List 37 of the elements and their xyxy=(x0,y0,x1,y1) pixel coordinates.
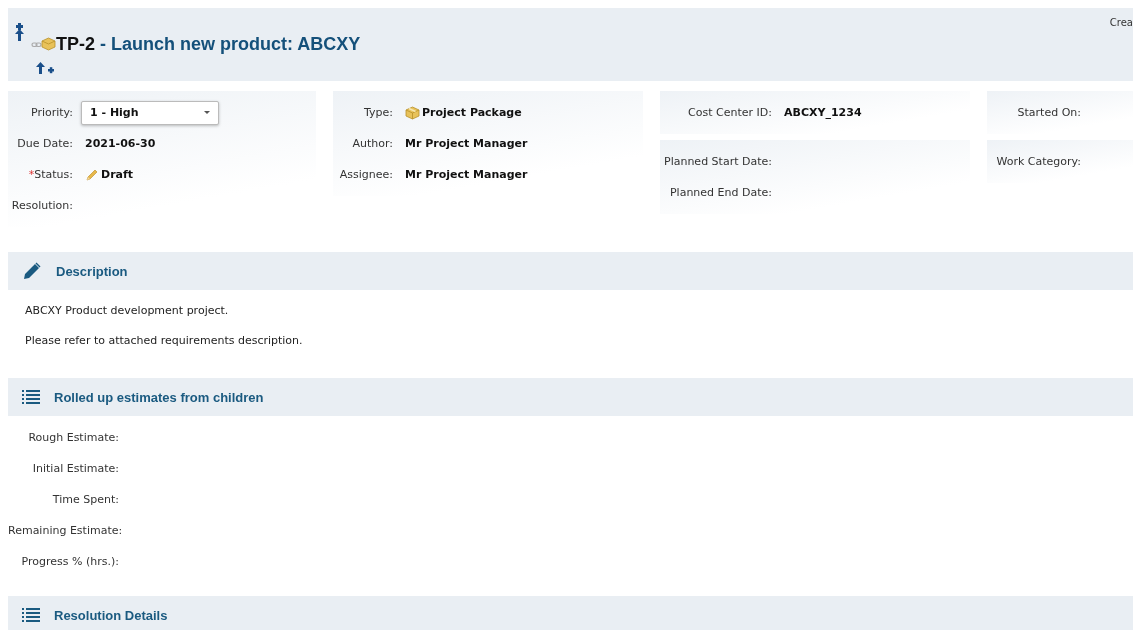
field-label: Work Category: xyxy=(995,155,1081,168)
list-icon xyxy=(22,390,40,404)
field-label: Started On: xyxy=(1016,106,1081,119)
issue-title: TP-2 - Launch new product: ABCXY xyxy=(56,34,361,55)
field-label: Initial Estimate: xyxy=(31,462,119,475)
section-header[interactable]: Rolled up estimates from children xyxy=(8,378,1133,416)
field-label: Remaining Estimate: xyxy=(8,524,119,537)
field-label: Time Spent: xyxy=(51,493,119,506)
pencil-icon xyxy=(85,167,99,182)
pencil-icon xyxy=(22,261,42,281)
field-label: Priority: xyxy=(29,106,73,119)
section-header[interactable]: Resolution Details xyxy=(8,596,1133,630)
field-label: Cost Center ID: xyxy=(687,106,772,119)
field-value: ABCXY_1234 xyxy=(784,106,862,119)
field-value: Draft xyxy=(101,168,134,181)
field-label: Progress % (hrs.): xyxy=(20,555,119,568)
list-icon xyxy=(22,608,40,622)
description-text: ABCXY Product development project. xyxy=(24,303,230,319)
field-label: Planned Start Date: xyxy=(663,155,772,168)
field-label: Author: xyxy=(351,137,393,150)
description-text: Please refer to attached requirements description. xyxy=(24,333,304,349)
field-label: Assignee: xyxy=(338,168,393,181)
field-value: Mr Project Manager xyxy=(405,137,528,150)
priority-dropdown[interactable]: 1 - High xyxy=(81,100,219,125)
field-label: Due Date: xyxy=(16,137,73,150)
field-label: Type: xyxy=(363,106,393,119)
field-label: Planned End Date: xyxy=(668,186,772,199)
field-label: Rough Estimate: xyxy=(27,431,119,444)
section-header[interactable]: Description xyxy=(8,252,1133,290)
field-value: 2021-06-30 xyxy=(85,137,156,150)
caret-icon xyxy=(204,111,210,114)
created-label: Crea xyxy=(1109,17,1133,28)
field-value: Project Package xyxy=(422,106,522,119)
field-label: Resolution: xyxy=(10,199,73,212)
field-label: *Status: xyxy=(27,168,73,181)
package-icon xyxy=(405,105,420,120)
field-value: Mr Project Manager xyxy=(405,168,528,181)
